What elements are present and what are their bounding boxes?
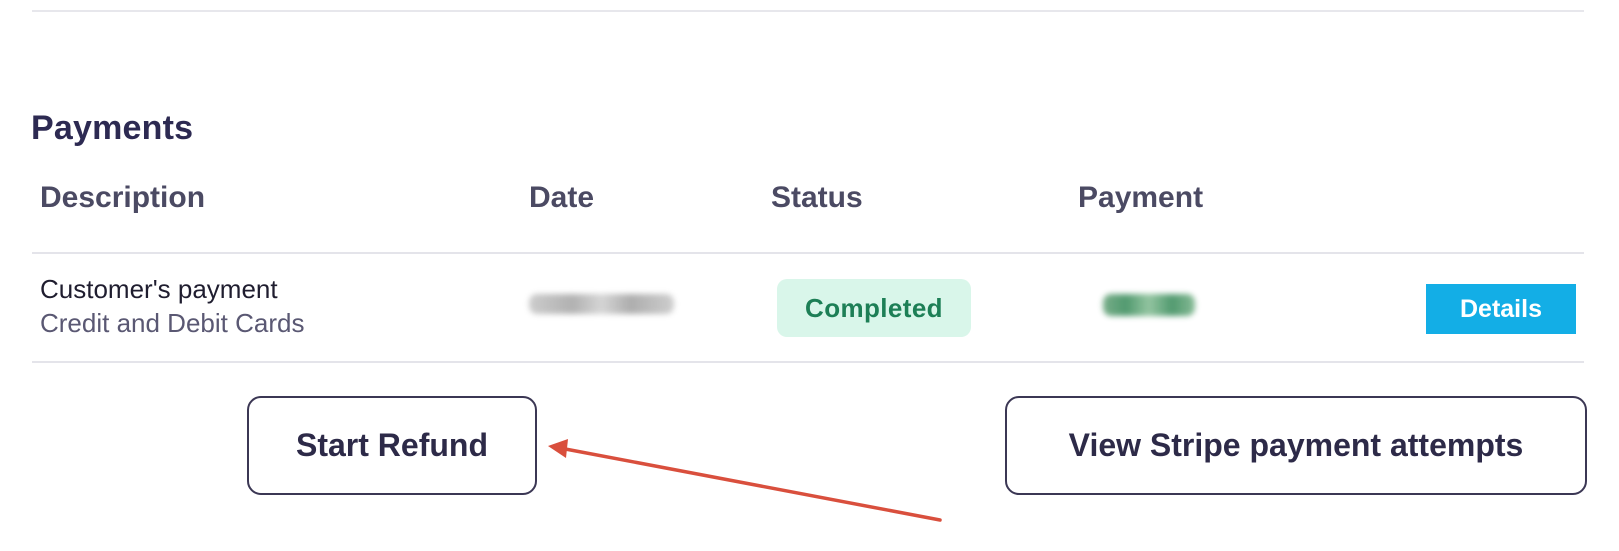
column-header-date: Date <box>529 181 595 214</box>
column-header-payment: Payment <box>1078 181 1204 214</box>
payment-description-cell: Customer's payment Credit and Debit Card… <box>40 273 304 339</box>
payments-table-header: Description Date Status Payment <box>40 178 1584 218</box>
column-header-description: Description <box>40 181 206 214</box>
top-divider <box>32 10 1584 12</box>
view-stripe-payment-attempts-button[interactable]: View Stripe payment attempts <box>1005 396 1587 495</box>
table-row-top-border <box>32 252 1584 254</box>
payment-amount-redacted <box>1103 294 1195 316</box>
status-badge: Completed <box>777 279 971 337</box>
payment-date-redacted <box>529 294 674 314</box>
table-row-bottom-border <box>32 361 1584 363</box>
details-button[interactable]: Details <box>1426 284 1576 334</box>
payment-method: Credit and Debit Cards <box>40 308 305 338</box>
column-header-status: Status <box>771 181 863 214</box>
payment-description: Customer's payment <box>40 274 278 304</box>
payments-section-title: Payments <box>31 109 194 147</box>
start-refund-button[interactable]: Start Refund <box>247 396 537 495</box>
